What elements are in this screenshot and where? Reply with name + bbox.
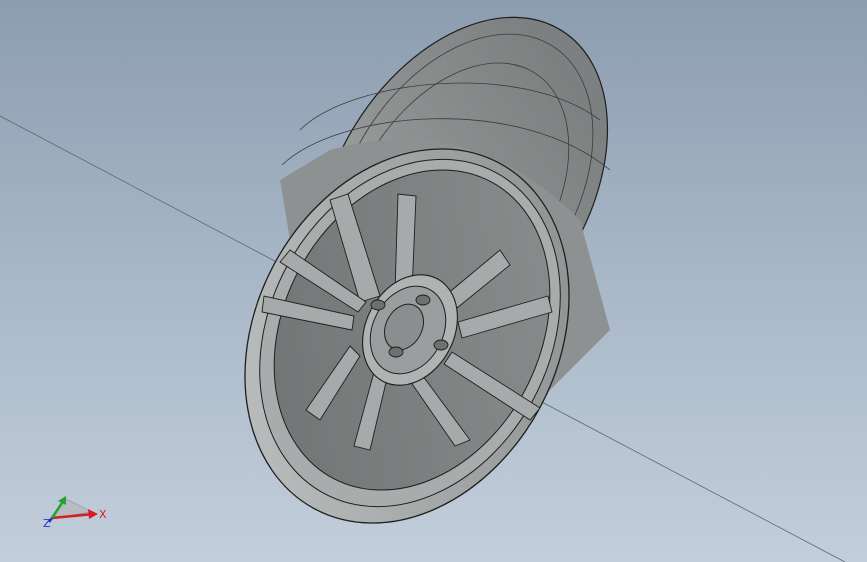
bolt-hole — [433, 339, 449, 351]
orientation-triad[interactable]: X Z — [43, 496, 107, 530]
bolt-hole — [370, 299, 386, 311]
x-axis-label: X — [99, 508, 107, 521]
x-arrow-head — [88, 509, 98, 519]
cad-scene[interactable]: X Z — [0, 0, 867, 562]
bolt-hole — [415, 294, 431, 306]
bolt-hole — [388, 346, 404, 358]
graphics-viewport[interactable]: X Z — [0, 0, 867, 562]
z-axis-label: Z — [43, 517, 51, 530]
